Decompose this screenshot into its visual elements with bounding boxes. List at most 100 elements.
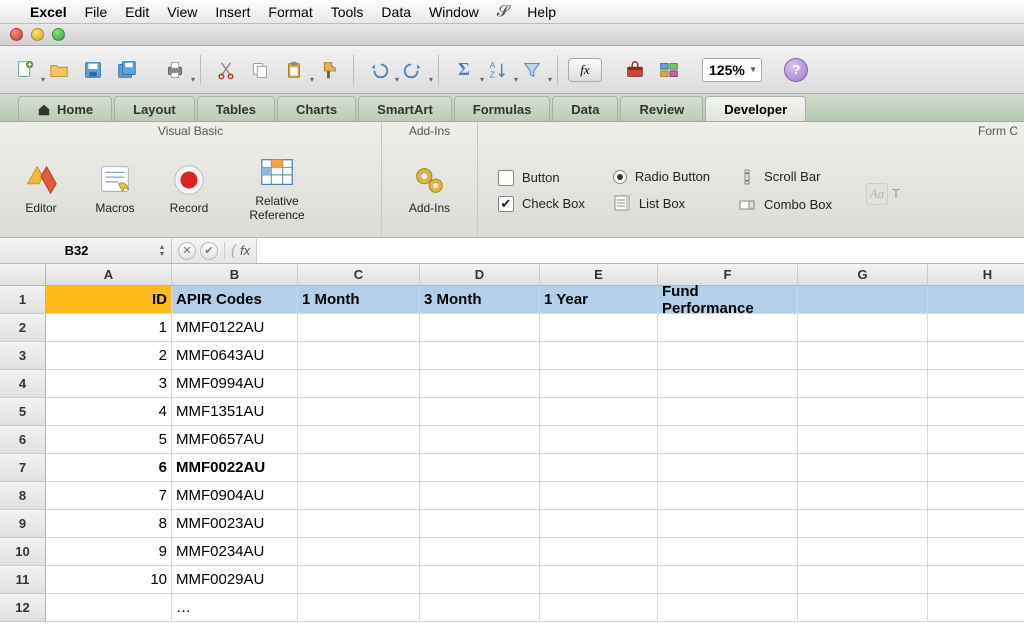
cell[interactable] bbox=[658, 594, 798, 622]
menu-file[interactable]: File bbox=[85, 4, 108, 20]
cell[interactable] bbox=[298, 370, 420, 398]
row-header[interactable]: 3 bbox=[0, 342, 46, 370]
name-box[interactable]: ▲▼ bbox=[0, 238, 172, 263]
cell[interactable]: MMF0643AU bbox=[172, 342, 298, 370]
cell[interactable] bbox=[798, 482, 928, 510]
cell[interactable] bbox=[658, 482, 798, 510]
undo-icon[interactable]: ▾ bbox=[364, 55, 394, 85]
tab-tables[interactable]: Tables bbox=[197, 96, 275, 121]
spreadsheet-grid[interactable]: A B C D E F G H 1 ID APIR Codes 1 Month … bbox=[0, 264, 1024, 622]
script-menu-icon[interactable]: 𝓢 bbox=[497, 3, 509, 21]
cell[interactable] bbox=[540, 426, 658, 454]
form-combobox-control[interactable]: Combo Box bbox=[738, 196, 832, 214]
cell[interactable] bbox=[540, 594, 658, 622]
cell[interactable] bbox=[420, 510, 540, 538]
cell[interactable] bbox=[420, 454, 540, 482]
cell[interactable] bbox=[798, 454, 928, 482]
tab-data[interactable]: Data bbox=[552, 96, 618, 121]
copy-icon[interactable] bbox=[245, 55, 275, 85]
cell[interactable] bbox=[658, 510, 798, 538]
window-minimize-icon[interactable] bbox=[31, 28, 44, 41]
tab-layout[interactable]: Layout bbox=[114, 96, 195, 121]
cell[interactable] bbox=[420, 370, 540, 398]
form-radio-control[interactable]: Radio Button bbox=[613, 169, 710, 184]
cell[interactable]: 6 bbox=[46, 454, 172, 482]
cell[interactable] bbox=[928, 426, 1024, 454]
cell[interactable] bbox=[298, 510, 420, 538]
new-doc-icon[interactable]: ▾ bbox=[10, 55, 40, 85]
cell[interactable]: 7 bbox=[46, 482, 172, 510]
cell[interactable] bbox=[298, 566, 420, 594]
formula-input[interactable] bbox=[256, 238, 1024, 263]
cell[interactable] bbox=[540, 398, 658, 426]
select-all-corner[interactable] bbox=[0, 264, 46, 286]
help-icon[interactable]: ? bbox=[784, 58, 808, 82]
row-header[interactable]: 1 bbox=[0, 286, 46, 314]
cell[interactable] bbox=[928, 454, 1024, 482]
cell[interactable] bbox=[798, 594, 928, 622]
menu-data[interactable]: Data bbox=[381, 4, 411, 20]
cell-B1[interactable]: APIR Codes bbox=[172, 286, 298, 314]
redo-icon[interactable]: ▾ bbox=[398, 55, 428, 85]
cell[interactable] bbox=[658, 398, 798, 426]
cell[interactable]: MMF0657AU bbox=[172, 426, 298, 454]
row-header[interactable]: 12 bbox=[0, 594, 46, 622]
tab-review[interactable]: Review bbox=[620, 96, 703, 121]
cell[interactable]: MMF0122AU bbox=[172, 314, 298, 342]
cell-D1[interactable]: 3 Month bbox=[420, 286, 540, 314]
col-header-G[interactable]: G bbox=[798, 264, 928, 286]
cell[interactable] bbox=[658, 370, 798, 398]
cell[interactable] bbox=[298, 538, 420, 566]
cancel-formula-icon[interactable]: ✕ bbox=[178, 242, 196, 260]
cell[interactable] bbox=[540, 454, 658, 482]
cell[interactable] bbox=[928, 370, 1024, 398]
cell[interactable]: MMF0904AU bbox=[172, 482, 298, 510]
format-painter-icon[interactable] bbox=[313, 55, 343, 85]
col-header-D[interactable]: D bbox=[420, 264, 540, 286]
cell[interactable] bbox=[798, 398, 928, 426]
tab-developer[interactable]: Developer bbox=[705, 96, 806, 121]
cell[interactable] bbox=[798, 314, 928, 342]
zoom-selector[interactable]: 125%▾ bbox=[702, 58, 762, 82]
cell[interactable] bbox=[298, 314, 420, 342]
cell[interactable] bbox=[798, 538, 928, 566]
row-header[interactable]: 9 bbox=[0, 510, 46, 538]
sort-icon[interactable]: AZ▾ bbox=[483, 55, 513, 85]
cell[interactable] bbox=[658, 314, 798, 342]
menu-window[interactable]: Window bbox=[429, 4, 479, 20]
tab-smartart[interactable]: SmartArt bbox=[358, 96, 452, 121]
form-listbox-control[interactable]: List Box bbox=[613, 194, 710, 212]
vb-relative-reference-button[interactable]: Relative Reference bbox=[232, 147, 322, 229]
vb-editor-button[interactable]: Editor bbox=[10, 147, 72, 229]
form-scrollbar-control[interactable]: Scroll Bar bbox=[738, 168, 832, 186]
cell-F1[interactable]: Fund Performance bbox=[658, 286, 798, 314]
cell[interactable] bbox=[540, 342, 658, 370]
cell[interactable] bbox=[658, 342, 798, 370]
cell[interactable] bbox=[298, 482, 420, 510]
paste-icon[interactable]: ▾ bbox=[279, 55, 309, 85]
menubar-app-name[interactable]: Excel bbox=[30, 4, 67, 20]
row-header[interactable]: 5 bbox=[0, 398, 46, 426]
cell[interactable] bbox=[798, 566, 928, 594]
window-close-icon[interactable] bbox=[10, 28, 23, 41]
window-zoom-icon[interactable] bbox=[52, 28, 65, 41]
cell[interactable] bbox=[540, 566, 658, 594]
fx-label[interactable]: (fx bbox=[224, 242, 256, 259]
accept-formula-icon[interactable]: ✔ bbox=[200, 242, 218, 260]
cell[interactable] bbox=[540, 482, 658, 510]
row-header[interactable]: 6 bbox=[0, 426, 46, 454]
cell[interactable]: MMF0023AU bbox=[172, 510, 298, 538]
row-header[interactable]: 11 bbox=[0, 566, 46, 594]
cell-A1[interactable]: ID bbox=[46, 286, 172, 314]
cell[interactable]: 4 bbox=[46, 398, 172, 426]
cell[interactable]: MMF0994AU bbox=[172, 370, 298, 398]
menu-format[interactable]: Format bbox=[268, 4, 312, 20]
cell[interactable] bbox=[928, 594, 1024, 622]
cell[interactable]: 5 bbox=[46, 426, 172, 454]
cell[interactable] bbox=[928, 566, 1024, 594]
col-header-E[interactable]: E bbox=[540, 264, 658, 286]
cell[interactable]: 8 bbox=[46, 510, 172, 538]
cell[interactable] bbox=[798, 510, 928, 538]
cell[interactable] bbox=[420, 538, 540, 566]
filter-icon[interactable]: ▾ bbox=[517, 55, 547, 85]
